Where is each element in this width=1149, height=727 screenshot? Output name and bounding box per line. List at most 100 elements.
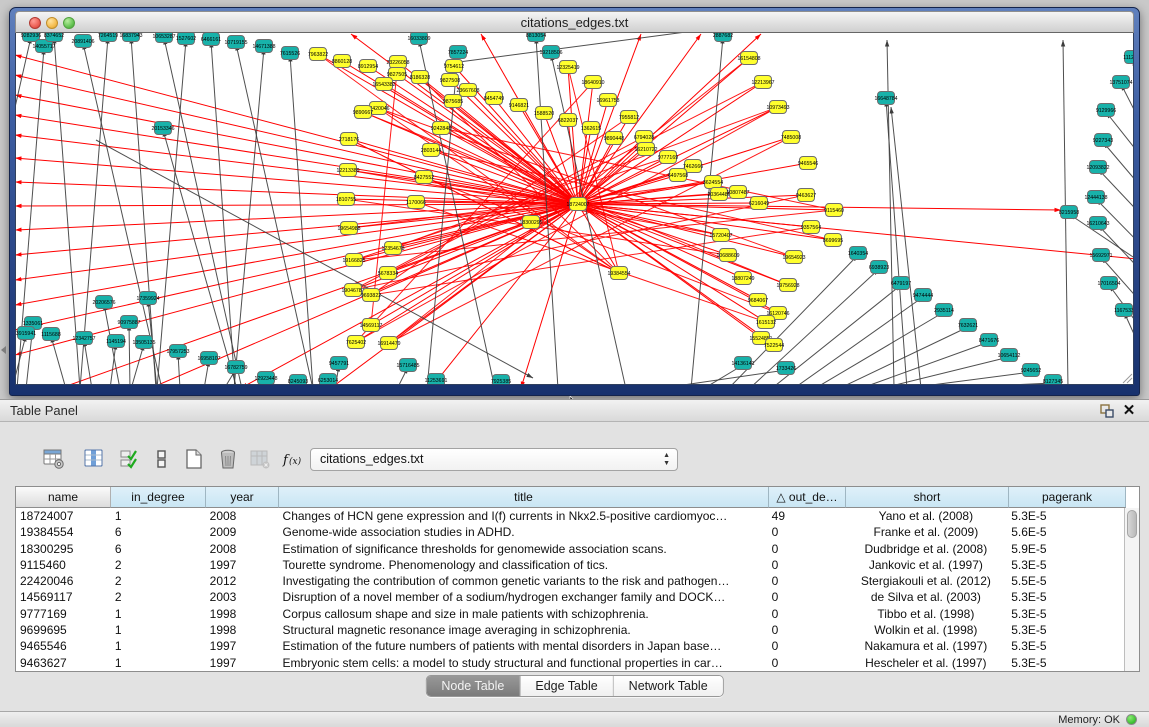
network-node[interactable]: 16782759 — [224, 361, 247, 374]
black-edge[interactable] — [879, 357, 1009, 385]
network-node[interactable]: 9890448 — [604, 132, 624, 145]
column-header-title[interactable]: title — [279, 487, 769, 508]
network-node[interactable]: 18807249 — [731, 272, 754, 285]
column-header-in_degree[interactable]: in_degree — [111, 487, 206, 508]
network-node[interactable]: 17016504 — [1097, 277, 1120, 290]
network-node[interactable]: 12325419 — [556, 61, 579, 74]
black-edge[interactable] — [814, 312, 944, 385]
vertical-scrollbar[interactable] — [1124, 508, 1139, 671]
network-node[interactable]: 20891406 — [71, 35, 94, 48]
network-node[interactable]: 10653287 — [152, 33, 175, 43]
network-node[interactable]: 16543382 — [372, 78, 395, 91]
network-node[interactable]: 3624554 — [703, 176, 723, 189]
network-node[interactable]: 9115460 — [824, 204, 844, 217]
tab-edge-table[interactable]: Edge Table — [520, 676, 613, 696]
table-row[interactable]: 969969511998Structural magnetic resonanc… — [16, 622, 1124, 638]
network-node[interactable]: 90975887 — [117, 316, 140, 329]
network-node[interactable]: 23226058 — [386, 56, 409, 69]
red-edge[interactable] — [384, 84, 578, 204]
network-node[interactable]: 6497568 — [668, 169, 688, 182]
table-row[interactable]: 1456911722003Disruption of a novel membe… — [16, 589, 1124, 605]
network-node[interactable]: 8912954 — [358, 60, 378, 73]
float-panel-icon[interactable] — [1099, 403, 1115, 419]
network-node[interactable]: 9754612 — [444, 60, 464, 73]
network-node[interactable]: 17957253 — [166, 345, 189, 358]
network-node[interactable]: 2803144 — [421, 144, 441, 157]
table-row[interactable]: 1872400712008Changes of HCN gene express… — [16, 508, 1124, 524]
network-node[interactable]: 10688609 — [716, 249, 739, 262]
network-node[interactable]: 6253014 — [318, 374, 338, 386]
network-node[interactable]: 18640910 — [581, 76, 604, 89]
network-node[interactable]: 1527602 — [176, 33, 196, 45]
network-node[interactable]: 15720407 — [709, 229, 732, 242]
rows-icon[interactable] — [150, 446, 174, 472]
network-node[interactable]: 7615526 — [280, 47, 300, 60]
network-node[interactable]: 15716485 — [396, 359, 419, 372]
table-row[interactable]: 946554611997Estimation of the future num… — [16, 638, 1124, 654]
network-node[interactable]: 6479197 — [891, 277, 911, 290]
show-columns-icon[interactable] — [82, 446, 106, 472]
black-edge[interactable] — [157, 40, 186, 385]
network-node[interactable]: 19218506 — [539, 46, 562, 59]
network-node[interactable]: 9245652 — [1021, 364, 1041, 377]
network-node[interactable]: 16837943 — [119, 33, 142, 42]
network-node[interactable]: 9474444 — [913, 289, 933, 302]
table-row[interactable]: 946362711997Embryonic stem cells: a mode… — [16, 655, 1124, 671]
network-node[interactable]: 6466161 — [201, 33, 221, 46]
network-node[interactable]: 8471676 — [979, 334, 999, 347]
column-header-out_de[interactable]: △ out_de… — [769, 487, 846, 508]
network-node[interactable]: 7632621 — [958, 319, 978, 332]
network-node[interactable]: 1810755 — [336, 193, 356, 206]
network-node[interactable]: 8215958 — [1059, 206, 1079, 219]
network-node[interactable]: 19166825 — [342, 254, 365, 267]
window-titlebar[interactable]: citations_edges.txt — [15, 11, 1134, 33]
network-node[interactable]: 7955812 — [619, 111, 639, 124]
network-node[interactable]: 8813054 — [526, 33, 546, 42]
network-node[interactable]: 19654923 — [782, 251, 805, 264]
black-edge[interactable] — [129, 324, 130, 385]
network-canvas[interactable]: 9282936140557178374652208914067264519168… — [16, 33, 1134, 385]
table-select-dropdown[interactable]: citations_edges.txt ▲▼ — [310, 448, 678, 471]
network-node[interactable]: 12213967 — [751, 76, 774, 89]
network-node[interactable]: 18300295 — [519, 216, 542, 229]
network-node[interactable]: 2935114 — [934, 304, 954, 317]
network-node[interactable]: 2887682 — [713, 33, 733, 42]
network-node[interactable]: 16958107 — [197, 352, 220, 365]
column-header-short[interactable]: short — [846, 487, 1009, 508]
network-node[interactable]: 16648784 — [874, 92, 897, 105]
network-node[interactable]: 9146821 — [509, 99, 529, 112]
black-edge[interactable] — [131, 344, 144, 385]
tab-network-table[interactable]: Network Table — [614, 676, 723, 696]
network-node[interactable]: 16154808 — [737, 52, 760, 65]
network-node[interactable]: 8454749 — [484, 92, 504, 105]
network-node[interactable]: 8186328 — [410, 71, 430, 84]
network-node[interactable]: 6822037 — [558, 114, 578, 127]
network-node[interactable]: 7522544 — [764, 339, 784, 352]
network-node[interactable]: 16210643 — [1086, 217, 1109, 230]
table-row[interactable]: 977716911998Corpus callosum shape and si… — [16, 606, 1124, 622]
column-header-pagerank[interactable]: pagerank — [1009, 487, 1126, 508]
tab-node-table[interactable]: Node Table — [426, 676, 520, 696]
network-node[interactable]: 7925385 — [491, 375, 511, 386]
function-builder-icon[interactable]: f(x) — [280, 446, 304, 472]
network-node[interactable]: 6938923 — [869, 261, 889, 274]
network-node[interactable]: 6216049 — [749, 197, 769, 210]
network-node[interactable]: 14136141 — [731, 357, 754, 370]
red-edge[interactable] — [16, 204, 578, 280]
network-node[interactable]: 1145194 — [106, 335, 126, 348]
table-settings-icon[interactable] — [42, 446, 66, 472]
network-node[interactable]: 7963822 — [308, 48, 328, 61]
network-node[interactable]: 7264519 — [98, 33, 118, 42]
network-node[interactable]: 9465546 — [798, 157, 818, 170]
network-node[interactable]: 16961758 — [596, 94, 619, 107]
network-node[interactable]: 1588520 — [534, 107, 554, 120]
network-node[interactable]: 12342757 — [72, 332, 95, 345]
network-node[interactable]: 16914479 — [377, 337, 400, 350]
column-header-name[interactable]: name — [16, 487, 111, 508]
network-hub-node[interactable]: 18724007 — [566, 198, 589, 211]
network-node[interactable]: 3915941 — [16, 327, 36, 340]
black-edge[interactable] — [164, 38, 242, 385]
network-node[interactable]: 16210722 — [634, 143, 657, 156]
network-node[interactable]: 9875685 — [443, 95, 463, 108]
network-node[interactable]: 10719155 — [224, 36, 247, 49]
